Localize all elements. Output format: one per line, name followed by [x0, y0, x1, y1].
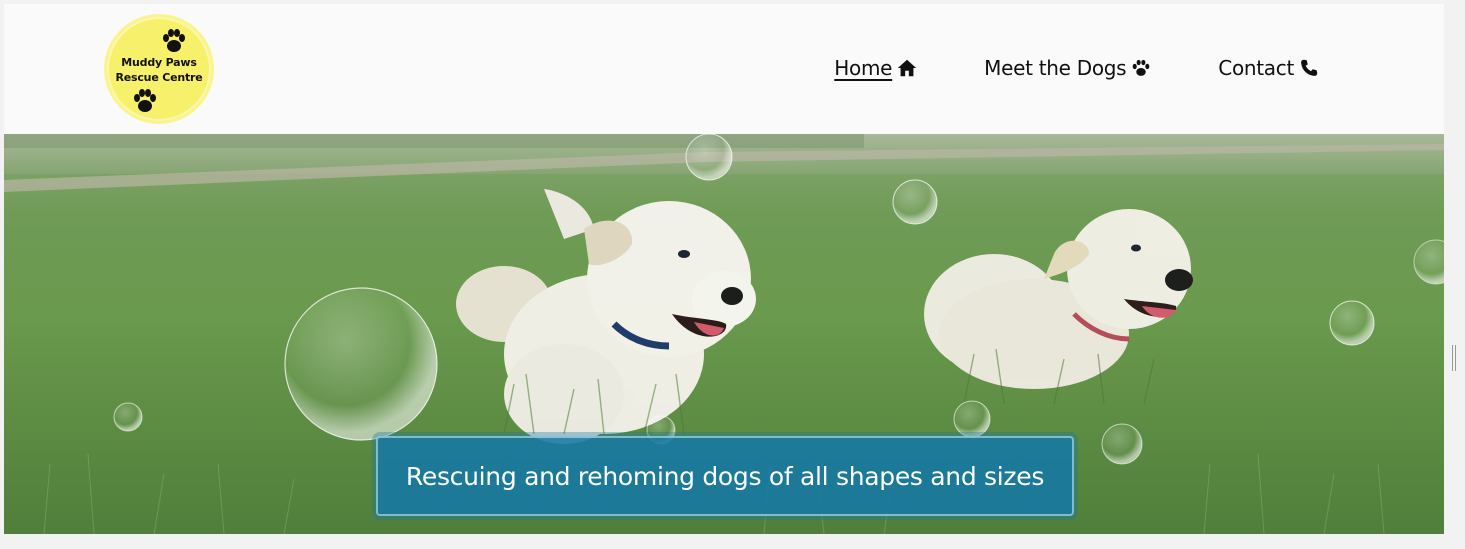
- logo-text: Muddy Paws Rescue Centre: [107, 55, 211, 85]
- puppy-left: [456, 189, 756, 444]
- main-nav: Home Meet the Dogs Contact: [834, 56, 1320, 80]
- site-header: Muddy Paws Rescue Centre Home Meet the D…: [4, 4, 1444, 134]
- hero-caption: Rescuing and rehoming dogs of all shapes…: [405, 461, 1045, 491]
- nav-home-label: Home: [834, 56, 893, 80]
- paw-icon: [134, 89, 156, 112]
- logo-line-2: Rescue Centre: [115, 71, 203, 84]
- phone-icon: [1301, 59, 1318, 76]
- bubbles: [113, 134, 1444, 465]
- nav-contact[interactable]: Contact: [1218, 56, 1320, 80]
- nav-contact-label: Contact: [1218, 56, 1294, 80]
- hero-caption-box: Rescuing and rehoming dogs of all shapes…: [376, 436, 1074, 516]
- paw-icon: [1132, 59, 1150, 76]
- page: Muddy Paws Rescue Centre Home Meet the D…: [4, 4, 1444, 534]
- paw-icon: [163, 29, 185, 52]
- nav-meet-the-dogs[interactable]: Meet the Dogs: [984, 56, 1152, 80]
- hero-banner: Rescuing and rehoming dogs of all shapes…: [4, 134, 1444, 534]
- home-icon: [898, 59, 917, 77]
- nav-dogs-label: Meet the Dogs: [984, 56, 1127, 80]
- logo-line-1: Muddy Paws: [121, 56, 197, 69]
- site-logo[interactable]: Muddy Paws Rescue Centre: [104, 14, 214, 124]
- nav-home[interactable]: Home: [834, 56, 918, 80]
- resize-handle[interactable]: [1452, 345, 1456, 371]
